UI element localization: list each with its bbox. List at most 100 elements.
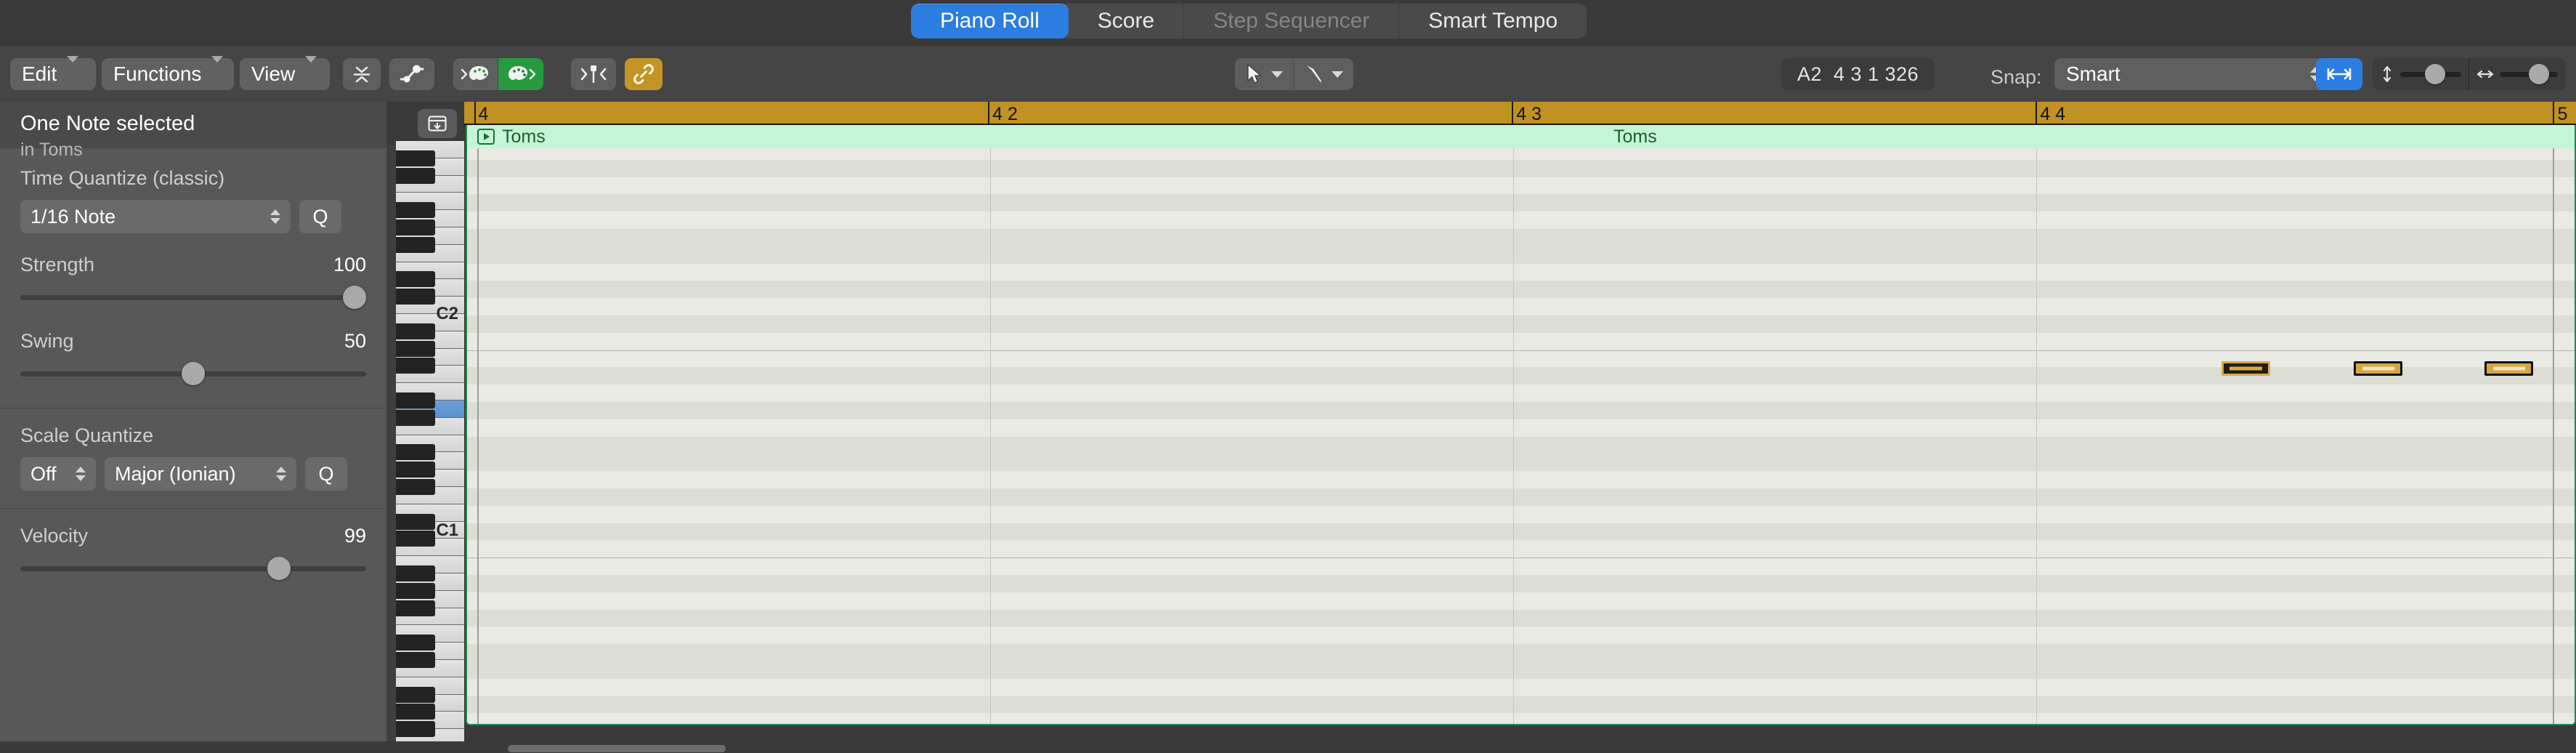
pitch-lane[interactable] — [467, 177, 2575, 195]
piano-key-black[interactable] — [396, 150, 435, 166]
pitch-lane[interactable] — [467, 523, 2575, 541]
pitch-lane[interactable] — [467, 627, 2575, 644]
piano-key-black[interactable] — [396, 220, 435, 235]
piano-key-black[interactable] — [396, 289, 435, 305]
pitch-lane[interactable] — [467, 298, 2575, 315]
pitch-lane[interactable] — [467, 454, 2575, 472]
pitch-lane[interactable] — [467, 471, 2575, 488]
piano-key-black[interactable] — [396, 167, 435, 184]
piano-key-black[interactable] — [396, 358, 435, 374]
piano-key-black[interactable] — [396, 462, 435, 478]
piano-key-black[interactable] — [396, 686, 435, 703]
collapse-tracks-button[interactable] — [418, 109, 457, 138]
piano-key-black[interactable] — [396, 392, 435, 408]
horizontal-zoom-knob[interactable] — [2529, 64, 2549, 84]
pencil-tool-button[interactable] — [1294, 58, 1353, 90]
note-grid[interactable] — [467, 148, 2575, 724]
velocity-slider-knob[interactable] — [267, 557, 291, 580]
piano-key-black[interactable] — [396, 513, 435, 530]
swing-slider-knob[interactable] — [182, 362, 205, 385]
vertical-zoom-slider[interactable] — [2373, 58, 2468, 90]
pitch-lane[interactable] — [467, 148, 2575, 160]
vertical-zoom-knob[interactable] — [2425, 64, 2445, 84]
pitch-lane[interactable] — [467, 315, 2575, 333]
time-quantize-q-button[interactable]: Q — [299, 200, 341, 233]
pointer-tool-button[interactable] — [1235, 58, 1294, 90]
piano-key-black[interactable] — [396, 635, 435, 651]
pitch-lane[interactable] — [467, 281, 2575, 299]
pitch-lane[interactable] — [467, 679, 2575, 696]
velocity-slider[interactable] — [20, 556, 366, 581]
piano-keys[interactable]: C2 C1 — [396, 141, 464, 746]
edit-menu[interactable]: Edit — [10, 56, 96, 90]
timeline-ruler[interactable]: 4 4 2 4 3 4 4 5 — [464, 102, 2576, 125]
note-separator-button[interactable] — [571, 58, 616, 90]
piano-key-black[interactable] — [396, 565, 435, 581]
piano-key-black[interactable] — [396, 721, 435, 738]
tab-smart-tempo[interactable]: Smart Tempo — [1399, 4, 1587, 39]
pitch-lane[interactable] — [467, 212, 2575, 229]
pitch-lane[interactable] — [467, 696, 2575, 714]
pitch-lane[interactable] — [467, 644, 2575, 661]
pitch-lane[interactable] — [467, 540, 2575, 557]
piano-key-black[interactable] — [396, 704, 435, 720]
horizontal-scrollbar-thumb[interactable] — [508, 745, 726, 752]
piano-key-black[interactable] — [396, 271, 435, 288]
midi-draw-next-button[interactable] — [498, 58, 543, 90]
pitch-lane[interactable] — [467, 609, 2575, 627]
link-button[interactable] — [625, 58, 663, 90]
swing-slider[interactable] — [20, 361, 366, 386]
pitch-lane[interactable] — [467, 506, 2575, 523]
pitch-lane[interactable] — [467, 436, 2575, 454]
pitch-lane[interactable] — [467, 592, 2575, 610]
pitch-lane[interactable] — [467, 575, 2575, 592]
pitch-lane[interactable] — [467, 557, 2575, 575]
pitch-lane[interactable] — [467, 419, 2575, 437]
tab-piano-roll[interactable]: Piano Roll — [911, 4, 1069, 39]
pitch-lane[interactable] — [467, 264, 2575, 281]
time-handles-button[interactable] — [2316, 58, 2362, 90]
piano-key-black[interactable] — [396, 323, 435, 339]
view-menu[interactable]: View — [240, 56, 330, 90]
tab-step-sequencer[interactable]: Step Sequencer — [1184, 4, 1400, 39]
position-display[interactable]: A2 4 3 1 326 — [1781, 58, 1935, 90]
functions-menu[interactable]: Functions — [102, 56, 234, 90]
midi-region-toms[interactable]: Toms Toms — [466, 125, 2576, 725]
tab-score[interactable]: Score — [1069, 4, 1185, 39]
pitch-lane[interactable] — [467, 402, 2575, 419]
piano-key-black[interactable] — [396, 582, 435, 599]
piano-key-black[interactable] — [396, 236, 435, 253]
pitch-lane[interactable] — [467, 159, 2575, 177]
midi-note-selected[interactable] — [2221, 361, 2271, 376]
pitch-lane[interactable] — [467, 194, 2575, 212]
horizontal-scrollbar[interactable] — [464, 741, 2576, 753]
strength-slider[interactable] — [20, 285, 366, 310]
pitch-lane[interactable] — [467, 229, 2575, 246]
piano-key-black[interactable] — [396, 444, 435, 461]
snap-select[interactable]: Smart — [2054, 58, 2330, 90]
pitch-lane[interactable] — [467, 713, 2575, 724]
pitch-lane[interactable] — [467, 488, 2575, 506]
piano-key-black[interactable] — [396, 600, 435, 616]
scale-quantize-q-button[interactable]: Q — [305, 457, 347, 491]
pitch-lane[interactable] — [467, 661, 2575, 679]
piano-key-black[interactable] — [396, 652, 435, 668]
piano-key-black[interactable] — [396, 340, 435, 357]
scale-root-select[interactable]: Off — [20, 457, 96, 491]
horizontal-zoom-slider[interactable] — [2469, 58, 2565, 90]
midi-draw-prev-button[interactable] — [453, 58, 498, 90]
piano-key-black[interactable] — [396, 409, 435, 426]
note-automation-button[interactable] — [389, 58, 434, 90]
piano-key-black[interactable] — [396, 202, 435, 219]
piano-key-black[interactable] — [396, 531, 435, 547]
piano-key-black[interactable] — [396, 479, 435, 495]
pitch-lane[interactable] — [467, 333, 2575, 350]
strength-slider-knob[interactable] — [343, 286, 366, 309]
midi-note[interactable] — [2484, 361, 2534, 376]
pitch-lane[interactable] — [467, 384, 2575, 402]
pitch-lane[interactable] — [467, 246, 2575, 264]
time-quantize-select[interactable]: 1/16 Note — [20, 200, 291, 233]
collapse-expand-button[interactable] — [343, 58, 381, 90]
midi-note[interactable] — [2353, 361, 2403, 376]
scale-type-select[interactable]: Major (Ionian) — [105, 457, 296, 491]
